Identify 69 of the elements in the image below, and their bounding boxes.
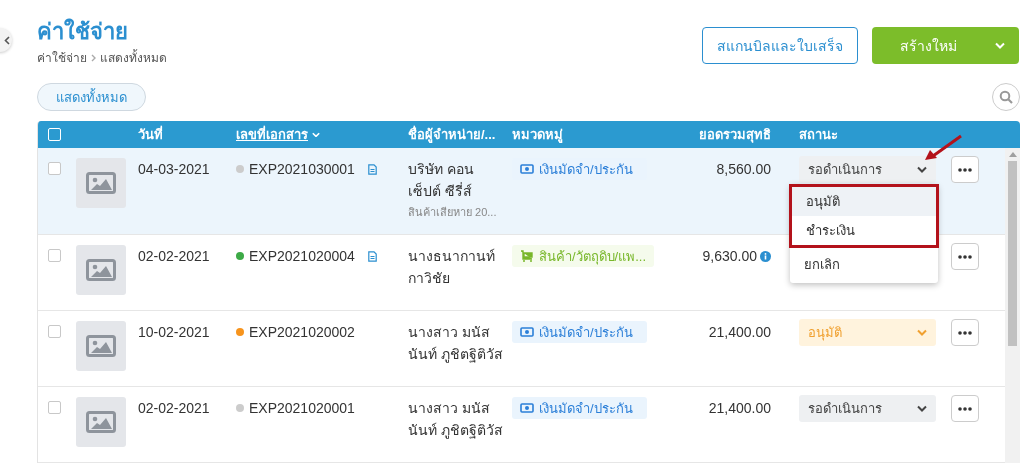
amount-cell-text: 8,560.00	[716, 160, 771, 179]
search-icon	[999, 90, 1013, 104]
column-header: ยอดรวมสุทธิ	[699, 126, 771, 145]
select-all-checkbox[interactable]	[48, 128, 61, 141]
amount-cell-text: 21,400.00	[708, 399, 771, 418]
breadcrumb-item: แสดงทั้งหมด	[100, 48, 167, 67]
row-checkbox[interactable]	[48, 401, 61, 414]
chevron-down-icon	[917, 329, 927, 336]
more-icon	[958, 167, 972, 172]
document-icon[interactable]	[367, 163, 377, 175]
category-tag: เงินมัดจำ/ประกัน	[512, 397, 647, 419]
status-dropdown[interactable]: รอดำเนินการ	[799, 156, 936, 183]
document-icon[interactable]	[367, 250, 377, 262]
more-icon	[958, 330, 972, 335]
amount-cell-text: 21,400.00	[708, 323, 771, 342]
column-header: วันที่	[138, 124, 163, 144]
more-button[interactable]	[951, 156, 979, 183]
row-checkbox[interactable]	[48, 325, 61, 338]
category-tag: เงินมัดจำ/ประกัน	[512, 321, 647, 343]
scan-button[interactable]: สแกนบิลและใบเสร็จ	[702, 27, 858, 64]
more-icon	[958, 406, 972, 411]
status-dropdown[interactable]: รอดำเนินการ	[799, 395, 936, 422]
image-placeholder-icon	[76, 158, 126, 208]
menu-item[interactable]: อนุมัติ	[792, 187, 936, 216]
scroll-up-icon[interactable]	[1008, 152, 1017, 157]
row-checkbox[interactable]	[48, 249, 61, 262]
document-number[interactable]: EXP2021030001	[249, 158, 355, 180]
column-header: ชื่อผู้จำหน่าย/...	[408, 124, 496, 145]
chevron-down-icon	[917, 166, 927, 173]
annotation-arrow	[923, 134, 963, 162]
info-icon[interactable]	[760, 250, 771, 262]
vendor-name: นางธนากานท์ กาวิชัย	[408, 247, 496, 288]
more-button[interactable]	[951, 395, 979, 422]
category-tag: สินค้า/วัตถุดิบ/แพ...	[512, 245, 655, 267]
more-icon	[958, 254, 972, 259]
chevron-down-icon	[995, 42, 1005, 49]
banknote-icon	[520, 164, 534, 174]
scrollbar[interactable]	[1005, 148, 1020, 463]
note-text: สินค้าเสียหาย 20...	[408, 205, 498, 220]
column-header: สถานะ	[799, 126, 838, 144]
sort-icon	[312, 131, 320, 138]
breadcrumb-item[interactable]: ค่าใช้จ่าย	[37, 48, 87, 67]
amount-cell-text: 9,630.00	[702, 247, 757, 266]
vendor-name: นางสาว มนัส นันท์ ภูชิตฐิติวัส	[408, 323, 504, 365]
date-cell-text: 02-02-2021	[138, 247, 211, 266]
image-placeholder-icon	[76, 321, 126, 371]
search-button[interactable]	[992, 83, 1020, 111]
banknote-icon	[520, 327, 534, 337]
date-cell-text: 10-02-2021	[138, 323, 211, 342]
row-checkbox[interactable]	[48, 162, 61, 175]
document-number[interactable]: EXP2021020002	[249, 321, 355, 343]
chevron-right-icon	[91, 53, 96, 62]
document-number[interactable]: EXP2021020001	[249, 397, 355, 419]
chevron-down-icon	[917, 405, 927, 412]
cart-icon	[520, 250, 534, 262]
banknote-icon	[520, 403, 534, 413]
vendor-name: บริษัท คอน เซ็ปต์ ซีรี่ส์	[408, 160, 475, 201]
image-placeholder-icon	[76, 245, 126, 295]
more-button[interactable]	[951, 243, 979, 270]
date-cell-text: 04-03-2021	[138, 160, 211, 179]
column-header: หมวดหมู่	[512, 126, 563, 145]
document-number[interactable]: EXP2021020004	[249, 245, 355, 267]
image-placeholder-icon	[76, 397, 126, 447]
menu-item[interactable]: ยกเลิก	[790, 248, 938, 280]
more-button[interactable]	[951, 319, 979, 346]
page-title: ค่าใช้จ่าย	[37, 18, 129, 46]
chevron-left-icon	[4, 35, 10, 45]
date-cell-text: 02-02-2021	[138, 399, 211, 418]
vendor-name: นางสาว มนัส นันท์ ภูชิตฐิติวัส	[408, 399, 504, 441]
